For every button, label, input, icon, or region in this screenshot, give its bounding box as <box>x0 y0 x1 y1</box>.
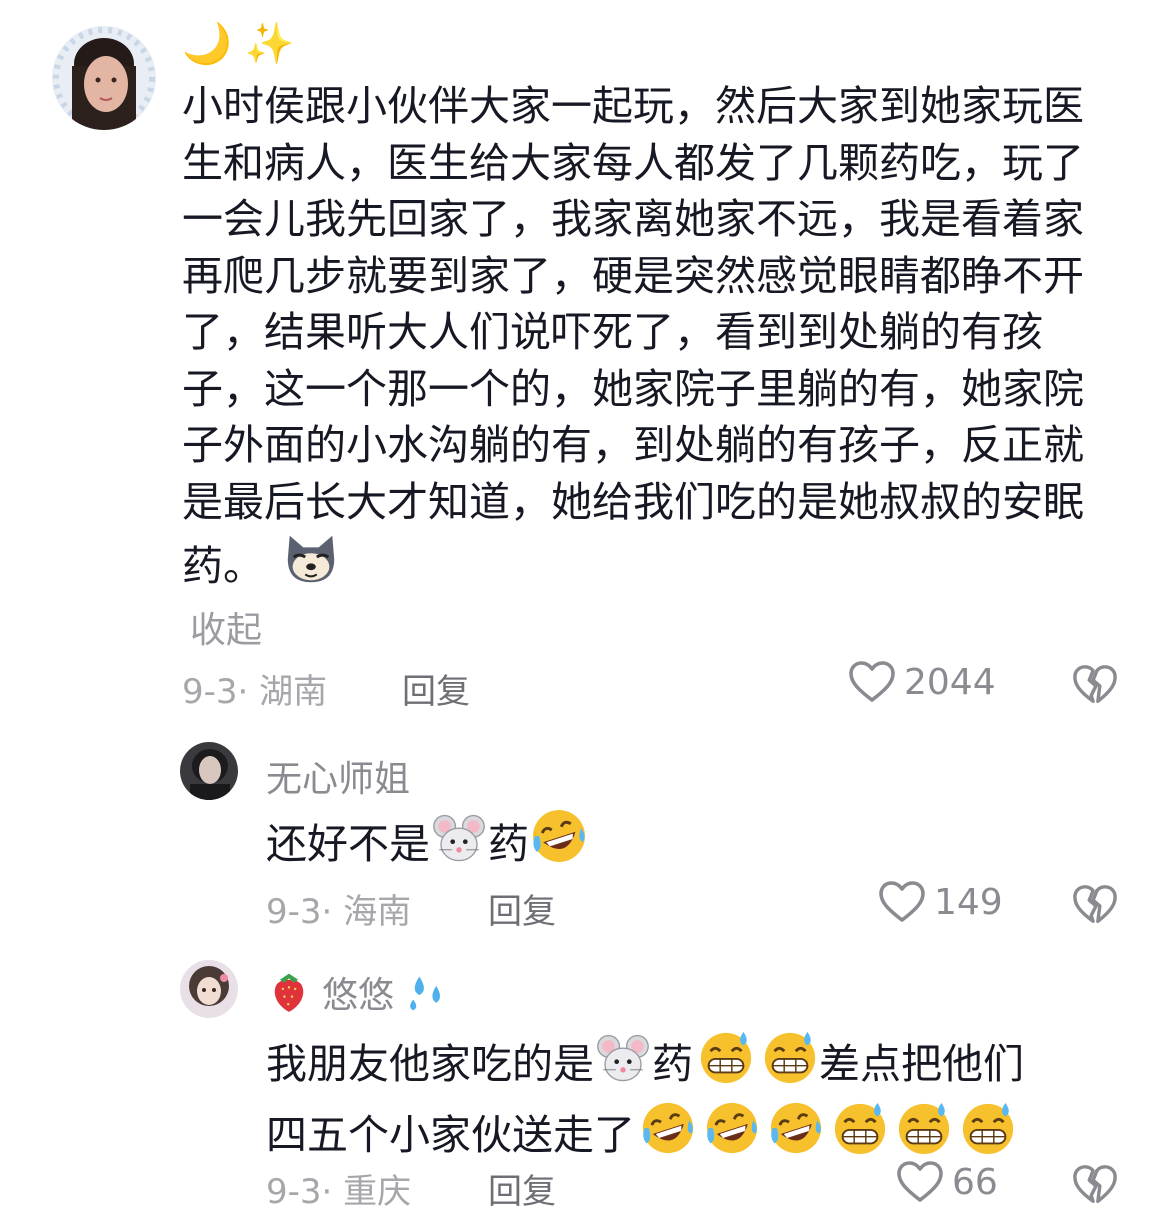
comment-text: 我朋友他家吃的是 药 差点把他们 四五个小家伙送走了 <box>266 1028 1024 1163</box>
like-button[interactable]: 2044 <box>848 660 996 704</box>
comment-date: 9-3 <box>266 892 322 932</box>
comment-body-part: 我朋友他家吃的是 <box>266 1040 594 1088</box>
comment-location: · 海南 <box>321 892 412 932</box>
comment-meta: 9-3· 重庆 <box>266 1164 411 1213</box>
comment-line: 我朋友他家吃的是 药 差点把他们 <box>266 1028 1024 1093</box>
sweat-smile-emoji <box>697 1028 755 1086</box>
sweat-smile-emoji <box>831 1099 889 1157</box>
doge-emoji <box>287 535 335 583</box>
laugh-cry-emoji <box>703 1099 761 1157</box>
comment-body-part: 药 <box>488 820 529 868</box>
laugh-cry-emoji <box>529 806 589 866</box>
avatar[interactable] <box>180 960 238 1018</box>
collapse-button[interactable]: 收起 <box>190 601 262 653</box>
comment-body: 小时侯跟小伙伴大家一起玩，然后大家到她家玩医生和病人，医生给大家每人都发了几颗药… <box>182 82 1084 590</box>
username[interactable]: 🌙 ✨ <box>182 20 294 67</box>
heart-outline-icon <box>848 660 896 704</box>
comment-location: · 湖南 <box>237 672 328 712</box>
avatar-image <box>180 960 238 1018</box>
reply-button[interactable]: 回复 <box>402 664 470 713</box>
comment-body-part: 还好不是 <box>266 820 430 868</box>
laugh-cry-emoji <box>639 1099 697 1157</box>
sweat-smile-emoji <box>959 1099 1017 1157</box>
broken-heart-icon[interactable] <box>1072 1162 1118 1208</box>
strawberry-emoji <box>274 973 304 1012</box>
comment-body-part: 药 <box>652 1040 693 1088</box>
mouse-emoji <box>596 1032 650 1086</box>
comment-line: 四五个小家伙送走了 <box>266 1099 1024 1164</box>
username[interactable]: 无心师姐 <box>266 750 410 802</box>
heart-outline-icon <box>896 1160 944 1204</box>
heart-outline-icon <box>878 880 926 924</box>
comment-date: 9-3 <box>266 1172 322 1212</box>
like-count: 66 <box>952 1161 998 1203</box>
sweat-drops-emoji <box>410 976 441 1011</box>
avatar-image <box>52 26 156 130</box>
comment-text: 还好不是 药 <box>266 806 589 873</box>
sweat-smile-emoji <box>761 1028 819 1086</box>
reply-button[interactable]: 回复 <box>488 1164 556 1213</box>
avatar[interactable] <box>52 26 156 130</box>
comment-meta: 9-3· 湖南 <box>182 664 327 713</box>
sweat-smile-emoji <box>895 1099 953 1157</box>
broken-heart-icon[interactable] <box>1072 662 1118 708</box>
username-text: 悠悠 <box>322 975 395 1016</box>
broken-heart-icon[interactable] <box>1072 882 1118 928</box>
avatar[interactable] <box>180 742 238 800</box>
like-button[interactable]: 66 <box>896 1160 998 1204</box>
like-count: 149 <box>934 881 1003 923</box>
mouse-emoji <box>432 812 486 866</box>
reply-button[interactable]: 回复 <box>488 884 556 933</box>
comment-date: 9-3 <box>182 672 238 712</box>
laugh-cry-emoji <box>767 1099 825 1157</box>
username[interactable]: 悠悠 <box>266 966 450 1018</box>
comment-body-part: 差点把他们 <box>819 1040 1024 1088</box>
comment-text: 小时侯跟小伙伴大家一起玩，然后大家到她家玩医生和病人，医生给大家每人都发了几颗药… <box>182 78 1092 595</box>
comment-body-part: 四五个小家伙送走了 <box>266 1110 635 1159</box>
avatar-image <box>180 742 238 800</box>
comment-location: · 重庆 <box>321 1172 412 1212</box>
like-button[interactable]: 149 <box>878 880 1003 924</box>
comment-meta: 9-3· 海南 <box>266 884 411 933</box>
like-count: 2044 <box>904 661 996 703</box>
